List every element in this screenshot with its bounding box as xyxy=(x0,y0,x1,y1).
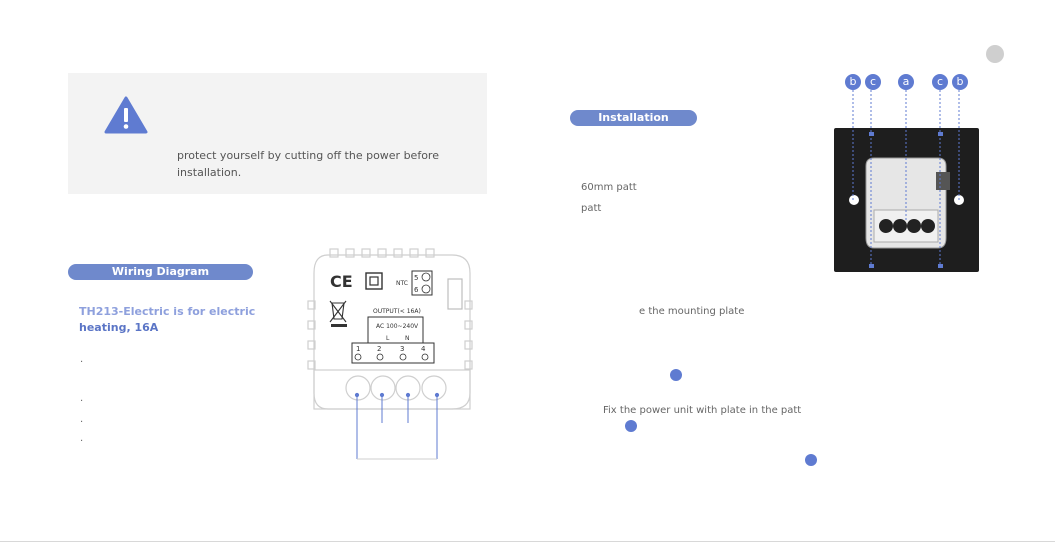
mounting-plate-photo xyxy=(834,90,979,272)
ntc-terminal-6: 6 xyxy=(414,286,419,294)
voltage-label: AC 100~240V xyxy=(376,323,419,330)
photo-label-c-right: c xyxy=(932,74,948,90)
photo-label-b-left: b xyxy=(845,74,861,90)
step-fix-plate: e the mounting plate xyxy=(639,306,745,317)
callout-dot-1 xyxy=(670,369,682,381)
thermostat-back-diagram: CE NTC 5 6 OUTPUT(< 16A) AC 100~240V L N… xyxy=(307,248,473,460)
bottom-rule xyxy=(0,541,1055,542)
callout-dot-2 xyxy=(625,420,637,432)
bullet-4: · xyxy=(80,436,84,447)
installation-header: Installation xyxy=(570,110,697,126)
terminal-4: 4 xyxy=(421,345,426,353)
ce-mark: CE xyxy=(330,272,353,291)
installation-line-2: patt xyxy=(581,203,602,214)
photo-label-a: a xyxy=(898,74,914,90)
bullet-3: · xyxy=(80,417,84,428)
output-label: OUTPUT(< 16A) xyxy=(373,308,421,315)
wiring-subheading: TH213-Electric is for electric heating, … xyxy=(79,304,255,336)
n-label: N xyxy=(405,335,410,342)
bullet-2: · xyxy=(80,396,84,407)
ntc-label: NTC xyxy=(396,280,408,287)
terminal-3: 3 xyxy=(400,345,404,353)
installation-line-1: 60mm patt xyxy=(581,182,637,193)
warning-text: protect yourself by cutting off the powe… xyxy=(177,147,477,181)
photo-label-c-left: c xyxy=(865,74,881,90)
double-insulation-icon xyxy=(365,272,383,290)
warning-line-1: protect yourself by cutting off the powe… xyxy=(177,149,439,162)
bullet-1: · xyxy=(80,357,84,368)
wiring-sub-line-1: TH213-Electric is for electric xyxy=(79,305,256,318)
warning-line-2: installation. xyxy=(177,166,242,179)
callout-dot-3 xyxy=(805,454,817,466)
wiring-diagram-header: Wiring Diagram xyxy=(68,264,253,280)
terminal-1: 1 xyxy=(356,345,360,353)
weee-bin-icon xyxy=(329,300,347,323)
ntc-terminal-5: 5 xyxy=(414,274,418,282)
step-fix-power: Fix the power unit with plate in the pat… xyxy=(603,405,802,416)
warning-triangle-icon xyxy=(104,96,148,134)
page-number-marker xyxy=(986,45,1004,63)
photo-label-b-right: b xyxy=(952,74,968,90)
l-label: L xyxy=(386,335,390,342)
terminal-2: 2 xyxy=(377,345,381,353)
wiring-sub-line-2: heating, 16A xyxy=(79,321,159,334)
